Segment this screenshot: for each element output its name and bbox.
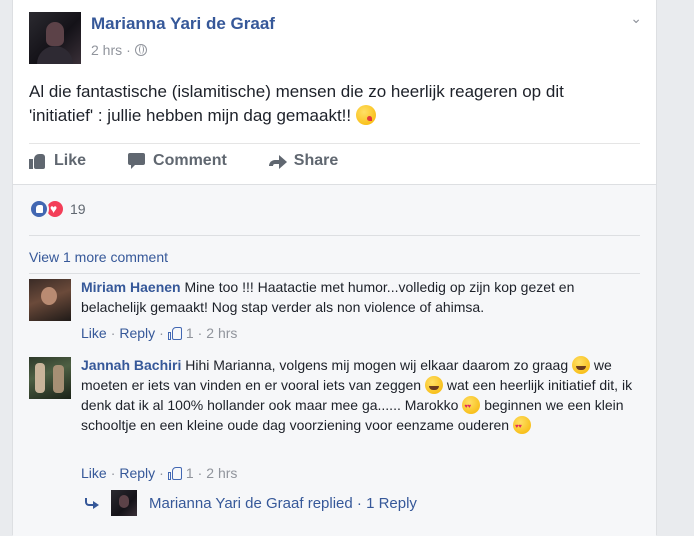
heart-eyes-emoji-icon — [512, 416, 531, 437]
post-card: Marianna Yari de Graaf 2 hrs · ⌄ Al die … — [12, 0, 657, 536]
comment-actions: Like · Reply · 1 · 2 hrs — [81, 325, 237, 341]
post-timestamp[interactable]: 2 hrs — [91, 42, 122, 58]
comment-text-part: Hihi Marianna, volgens mij mogen wij elk… — [185, 357, 573, 373]
comment-button[interactable]: Comment — [128, 152, 227, 170]
reply-replied-text: replied · — [303, 494, 367, 512]
separator-dot: · — [110, 325, 116, 341]
reply-author-avatar — [111, 490, 137, 516]
comment-like-count[interactable]: 1 — [186, 465, 194, 481]
post-text-body: Al die fantastische (islamitische) mense… — [29, 82, 564, 125]
commenter-name[interactable]: Jannah Bachiri — [81, 357, 181, 373]
comment-like-link[interactable]: Like — [81, 465, 107, 481]
divider — [29, 235, 640, 236]
comment-reply-link[interactable]: Reply — [119, 325, 155, 341]
kissing-heart-emoji-icon — [355, 105, 376, 125]
comment-reply-link[interactable]: Reply — [119, 465, 155, 481]
commenter-avatar[interactable] — [29, 357, 71, 399]
share-button[interactable]: Share — [268, 152, 339, 170]
post-text: Al die fantastische (islamitische) mense… — [29, 80, 629, 128]
view-more-comments-link[interactable]: View 1 more comment — [29, 249, 168, 265]
like-button-label: Like — [54, 152, 87, 169]
separator-dot: · — [197, 465, 203, 481]
comment-button-label: Comment — [153, 152, 227, 169]
meta-separator: · — [126, 42, 131, 58]
post-actions-bar: Like Comment Share — [29, 152, 338, 170]
thumbs-up-outline-icon[interactable] — [167, 466, 182, 480]
globe-icon[interactable] — [134, 44, 147, 56]
comment-body: Jannah Bachiri Hihi Marianna, volgens mi… — [81, 355, 636, 437]
separator-dot: · — [159, 465, 164, 481]
share-arrow-icon — [268, 153, 287, 169]
comment-body: Miriam Haenen Mine too !!! Haatactie met… — [81, 277, 636, 317]
author-avatar[interactable] — [29, 12, 81, 64]
share-button-label: Share — [293, 152, 339, 169]
post-author-name[interactable]: Marianna Yari de Graaf — [91, 14, 275, 34]
commenter-avatar[interactable] — [29, 279, 71, 321]
laughing-emoji-icon — [572, 356, 591, 374]
divider — [29, 143, 640, 144]
reply-arrow-icon — [85, 498, 99, 509]
comment-like-count[interactable]: 1 — [186, 325, 194, 341]
separator-dot: · — [159, 325, 164, 341]
divider — [29, 273, 640, 274]
separator-dot: · — [197, 325, 203, 341]
reply-count[interactable]: 1 Reply — [366, 495, 417, 512]
commenter-name[interactable]: Miriam Haenen — [81, 279, 181, 295]
comment-bubble-icon — [128, 153, 146, 169]
comment-like-link[interactable]: Like — [81, 325, 107, 341]
view-replies-link[interactable]: Marianna Yari de Graaf replied · 1 Reply — [85, 490, 417, 516]
comment-timestamp[interactable]: 2 hrs — [206, 325, 237, 341]
laughing-emoji-icon — [424, 376, 443, 394]
like-reaction-icon — [29, 199, 49, 219]
comment-timestamp[interactable]: 2 hrs — [206, 465, 237, 481]
comments-section: 19 View 1 more comment Miriam Haenen Min… — [13, 184, 656, 536]
heart-eyes-emoji-icon — [462, 396, 481, 417]
comment-actions: Like · Reply · 1 · 2 hrs — [81, 465, 237, 481]
reaction-count[interactable]: 19 — [70, 201, 86, 217]
separator-dot: · — [110, 465, 116, 481]
reaction-summary[interactable]: 19 — [29, 199, 86, 219]
like-button[interactable]: Like — [29, 152, 86, 170]
chevron-down-icon[interactable]: ⌄ — [630, 10, 642, 27]
post-meta: 2 hrs · — [91, 42, 147, 58]
thumbs-up-outline-icon[interactable] — [167, 326, 182, 340]
thumbs-up-icon — [29, 153, 47, 169]
reply-author-name[interactable]: Marianna Yari de Graaf — [149, 495, 304, 512]
